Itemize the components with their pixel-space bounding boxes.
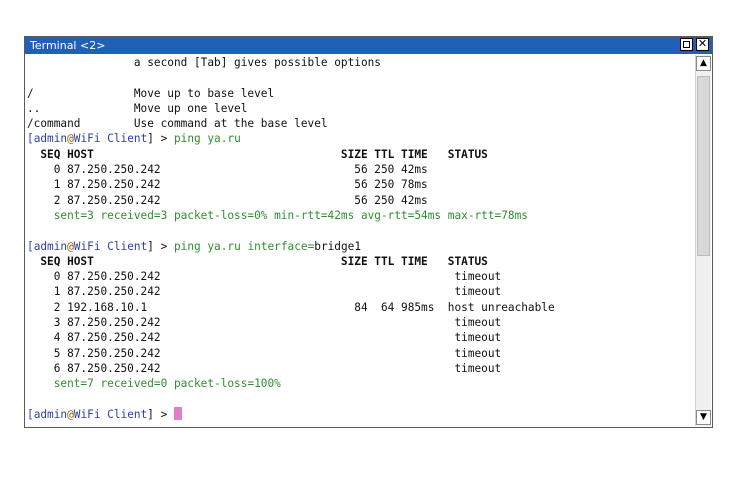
window-title: Terminal <2> <box>30 39 106 52</box>
line-text: 5 87.250.250.242 timeout <box>27 346 502 360</box>
prompt-at: @ <box>67 407 74 421</box>
active-prompt-line: [admin@WiFi Client] > <box>27 406 693 422</box>
line-text: 2 192.168.10.1 84 64 985ms host unreacha… <box>27 300 555 314</box>
output-line: 0 87.250.250.242 56 250 42ms <box>27 162 693 177</box>
output-line: 2 192.168.10.1 84 64 985ms host unreacha… <box>27 300 693 315</box>
command-option-value: bridge1 <box>314 239 362 253</box>
output-line: 2 87.250.250.242 56 250 42ms <box>27 193 693 208</box>
command-text: ping ya.ru <box>173 132 241 146</box>
prompt-bracket: [ <box>27 407 34 421</box>
terminal-output[interactable]: a second [Tab] gives possible options / … <box>27 55 693 425</box>
line-text <box>27 393 34 406</box>
output-line: 5 87.250.250.242 timeout <box>27 346 693 361</box>
output-line: 0 87.250.250.242 timeout <box>27 269 693 284</box>
command-text: ping ya.ru <box>173 239 248 253</box>
command-option: interface= <box>247 239 315 253</box>
close-icon[interactable]: ✕ <box>696 38 709 51</box>
prompt-suffix: ] > <box>147 132 174 146</box>
line-text: 0 87.250.250.242 56 250 42ms <box>27 163 428 177</box>
table-header: SEQ HOST SIZE TTL TIME STATUS <box>27 254 693 269</box>
line-text: sent=7 received=0 packet-loss=100% <box>27 377 281 391</box>
output-line: 1 87.250.250.242 timeout <box>27 284 693 299</box>
prompt-suffix: ] > <box>147 407 174 421</box>
line-text: a second [Tab] gives possible options <box>27 56 381 69</box>
output-line <box>27 223 693 238</box>
line-text: 4 87.250.250.242 timeout <box>27 331 502 345</box>
line-text: SEQ HOST SIZE TTL TIME STATUS <box>27 254 488 268</box>
line-text: sent=3 received=3 packet-loss=0% min-rtt… <box>27 208 528 222</box>
prompt-line: [admin@WiFi Client] > ping ya.ru interfa… <box>27 239 693 254</box>
output-line: / Move up to base level <box>27 86 693 101</box>
output-line <box>27 70 693 85</box>
output-line: a second [Tab] gives possible options <box>27 55 693 70</box>
prompt-host: WiFi Client <box>73 239 148 253</box>
line-text <box>27 71 34 84</box>
scroll-thumb[interactable] <box>697 76 710 256</box>
line-text: .. Move up one level <box>27 101 248 115</box>
terminal-window: Terminal <2> ✕ a second [Tab] gives poss… <box>24 36 713 428</box>
prompt-host: WiFi Client <box>73 407 148 421</box>
prompt-bracket: [ <box>27 239 34 253</box>
text-cursor <box>173 406 182 420</box>
output-line: 6 87.250.250.242 timeout <box>27 361 693 376</box>
line-text: 2 87.250.250.242 56 250 42ms <box>27 193 428 207</box>
output-line <box>27 392 693 407</box>
title-bar[interactable]: Terminal <2> ✕ <box>25 37 712 54</box>
maximize-icon[interactable] <box>680 38 693 51</box>
line-text <box>27 224 34 237</box>
terminal-text: a second [Tab] gives possible options / … <box>27 55 693 422</box>
line-text: 1 87.250.250.242 56 250 78ms <box>27 178 428 192</box>
line-text: 6 87.250.250.242 timeout <box>27 361 502 375</box>
vertical-scrollbar[interactable]: ▲ ▼ <box>695 55 711 426</box>
output-line: 1 87.250.250.242 56 250 78ms <box>27 177 693 192</box>
output-line: /command Use command at the base level <box>27 116 693 131</box>
arrow-down-icon[interactable]: ▼ <box>696 410 711 425</box>
output-line: 3 87.250.250.242 timeout <box>27 315 693 330</box>
line-text: 1 87.250.250.242 timeout <box>27 285 502 299</box>
ping-summary: sent=7 received=0 packet-loss=100% <box>27 376 693 391</box>
arrow-up-icon[interactable]: ▲ <box>696 56 711 71</box>
line-text: 0 87.250.250.242 timeout <box>27 270 502 284</box>
ping-summary: sent=3 received=3 packet-loss=0% min-rtt… <box>27 208 693 223</box>
line-text: /command Use command at the base level <box>27 117 328 131</box>
prompt-host: WiFi Client <box>73 132 148 146</box>
line-text: SEQ HOST SIZE TTL TIME STATUS <box>27 147 488 161</box>
line-text: / Move up to base level <box>27 86 275 100</box>
prompt-at: @ <box>67 132 74 146</box>
prompt-line: [admin@WiFi Client] > ping ya.ru <box>27 131 693 146</box>
output-line: 4 87.250.250.242 timeout <box>27 330 693 345</box>
output-line: .. Move up one level <box>27 101 693 116</box>
prompt-bracket: [ <box>27 132 34 146</box>
table-header: SEQ HOST SIZE TTL TIME STATUS <box>27 147 693 162</box>
prompt-user: admin <box>33 407 68 421</box>
prompt-user: admin <box>33 239 68 253</box>
line-text: 3 87.250.250.242 timeout <box>27 316 502 330</box>
prompt-user: admin <box>33 132 68 146</box>
prompt-at: @ <box>67 239 74 253</box>
prompt-suffix: ] > <box>147 239 174 253</box>
